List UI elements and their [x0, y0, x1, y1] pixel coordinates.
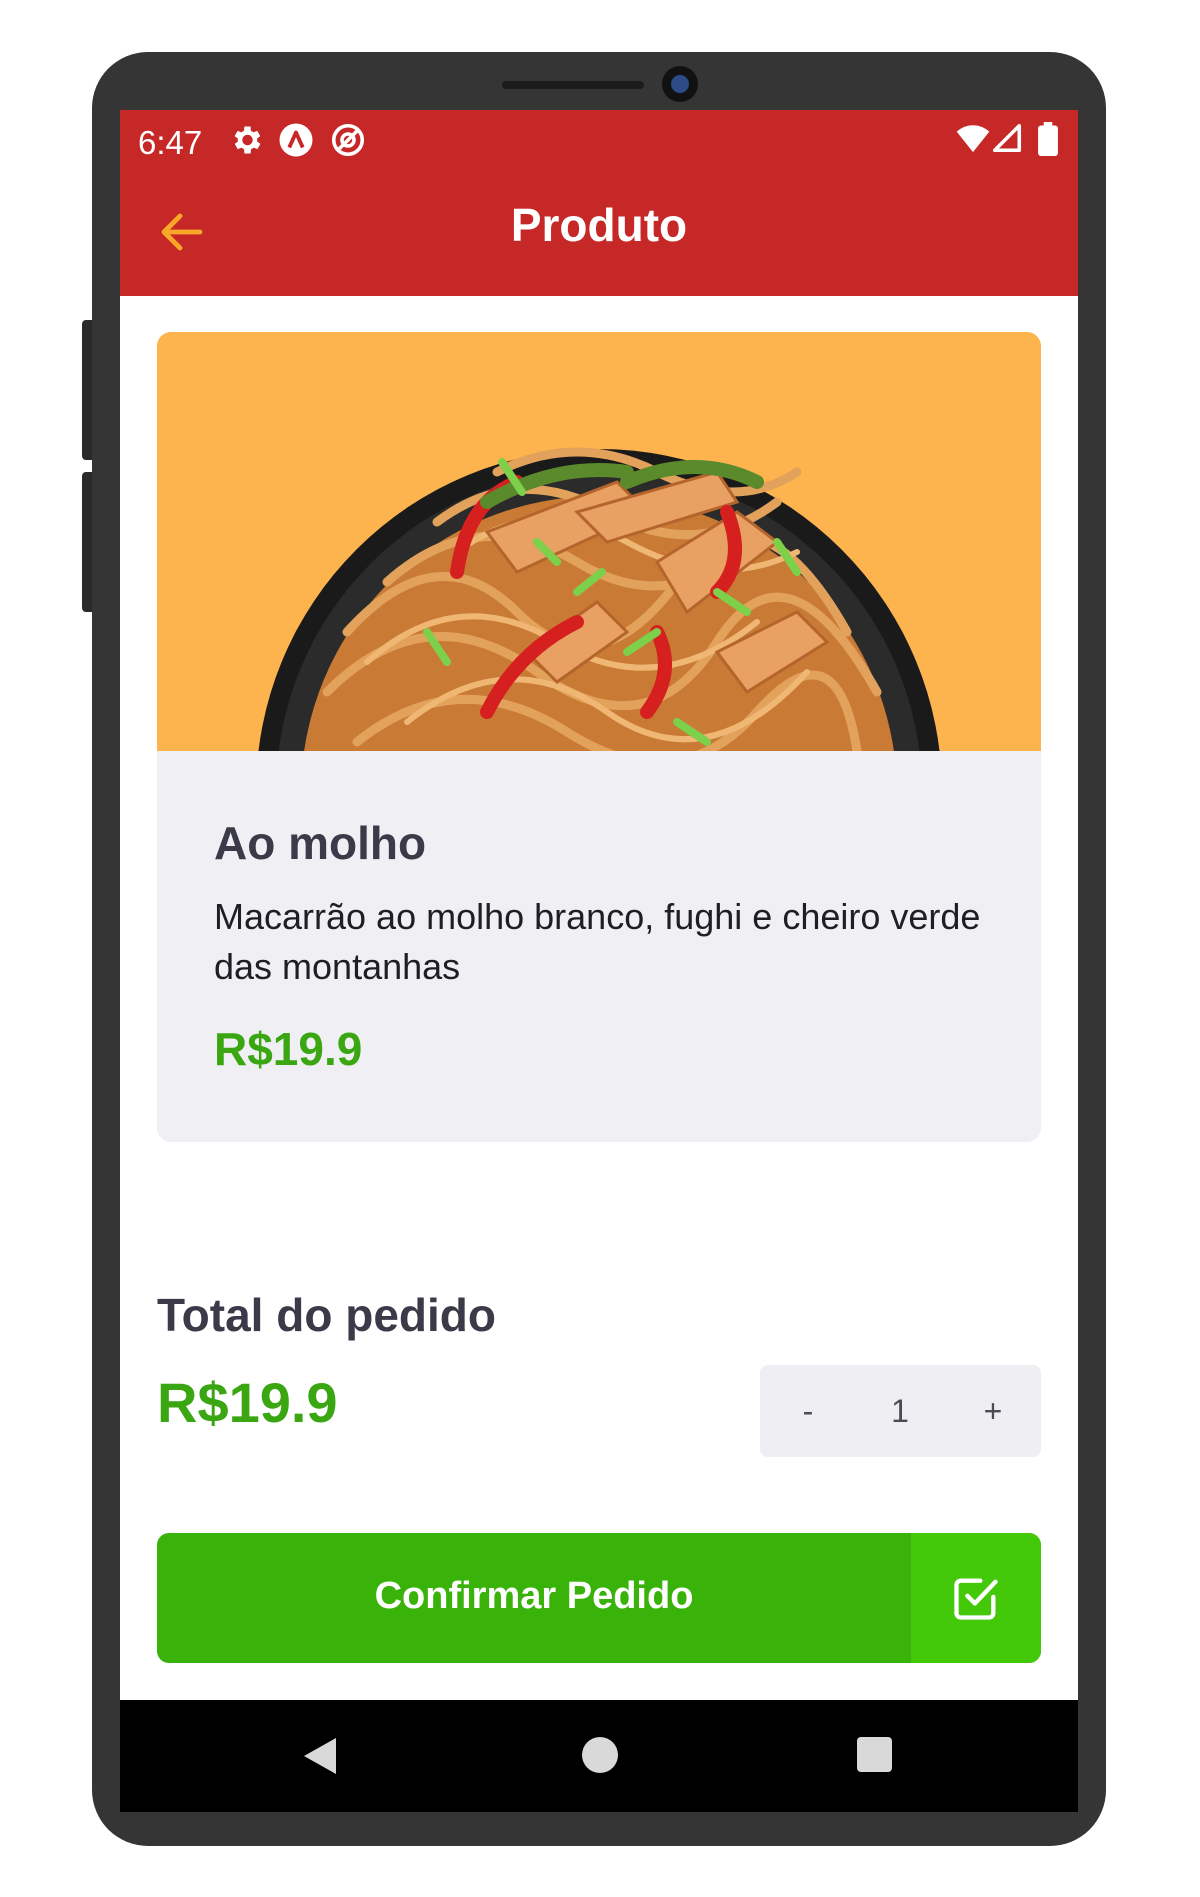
product-description: Macarrão ao molho branco, fughi e cheiro…: [214, 896, 981, 987]
order-total-label: Total do pedido: [157, 1289, 496, 1341]
quantity-value: 1: [891, 1393, 909, 1429]
product-image: [157, 332, 1041, 751]
nav-recent-icon[interactable]: [857, 1737, 892, 1772]
decrement-button[interactable]: -: [778, 1393, 838, 1430]
settings-icon: [234, 126, 261, 154]
nav-home-icon[interactable]: [582, 1737, 618, 1773]
nav-back-icon[interactable]: [302, 1736, 338, 1776]
volume-down-button: [82, 472, 92, 612]
product-name: Ao molho: [214, 817, 427, 869]
page-title: Produto: [510, 199, 688, 251]
app-at-icon: [331, 123, 365, 157]
product-card: Ao molho Macarrão ao molho branco, fughi…: [157, 332, 1041, 1142]
noodles-bowl-image: [258, 447, 940, 751]
order-total-value: R$19.9: [157, 1371, 338, 1434]
product-price: R$19.9: [214, 1023, 363, 1075]
battery-icon: [1038, 122, 1058, 156]
status-time: 6:47: [138, 124, 203, 161]
increment-button[interactable]: +: [963, 1393, 1023, 1430]
confirm-order-label: Confirmar Pedido: [374, 1575, 694, 1617]
app-a-icon: [279, 123, 313, 157]
signal-icon: [992, 123, 1022, 153]
phone-camera: [662, 66, 698, 102]
confirm-icon-area: [911, 1533, 1041, 1663]
check-square-icon: [954, 1578, 998, 1620]
app-screen: 6:47 Produto Ao molho Macarrão ao molho …: [120, 110, 1078, 1812]
android-nav-bar: [120, 1700, 1078, 1812]
app-header: 6:47 Produto: [120, 110, 1078, 296]
quantity-stepper: - 1 +: [760, 1365, 1041, 1457]
wifi-icon: [956, 125, 990, 153]
phone-speaker: [502, 81, 644, 89]
confirm-order-button[interactable]: Confirmar Pedido: [157, 1533, 1041, 1663]
volume-up-button: [82, 320, 92, 460]
